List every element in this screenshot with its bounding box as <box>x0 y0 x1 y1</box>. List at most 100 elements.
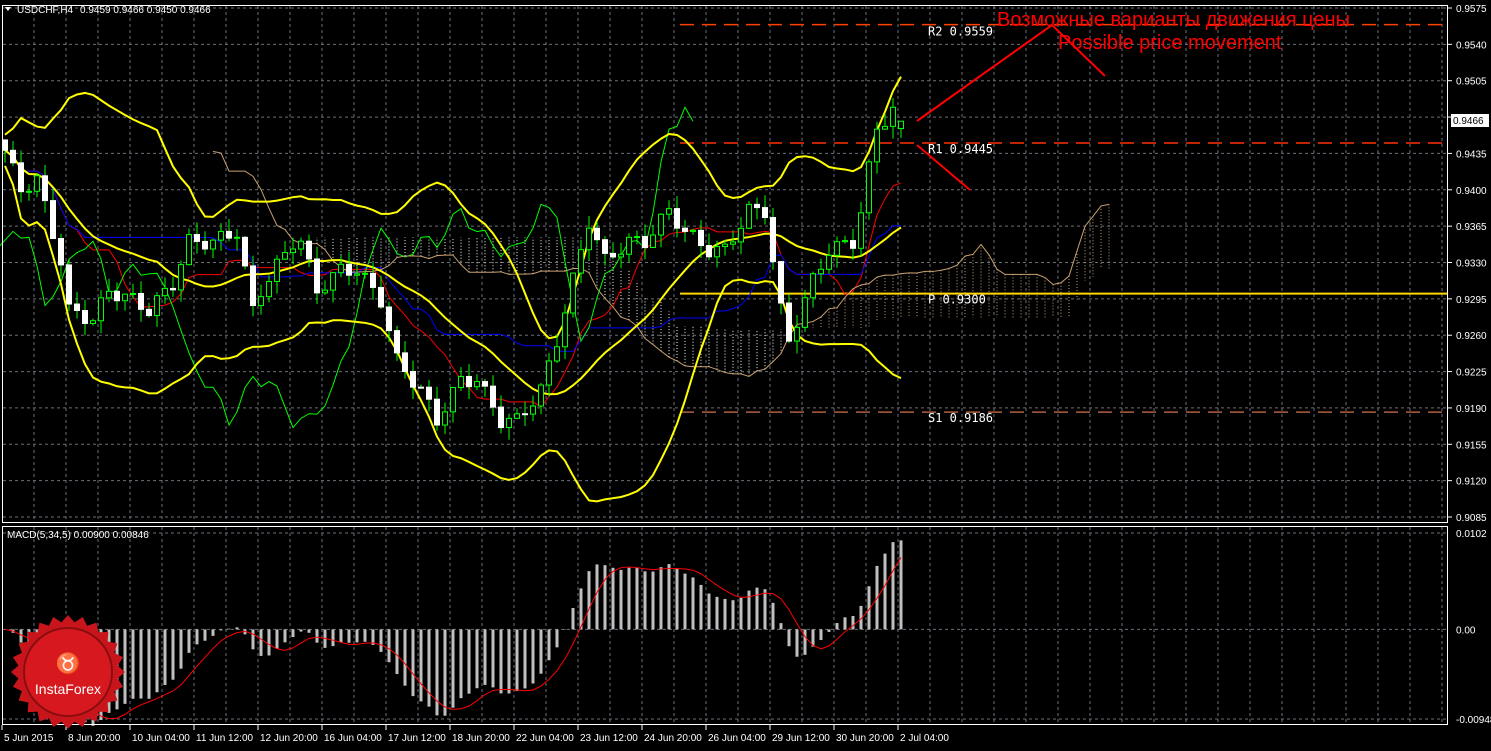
candle-body <box>795 327 800 341</box>
macd-histogram-bar <box>428 629 431 706</box>
candle-body <box>491 386 496 407</box>
macd-histogram-bar <box>596 564 599 629</box>
macd-histogram-bar <box>436 629 439 715</box>
macd-histogram-bar <box>172 629 175 679</box>
candle-body <box>11 150 16 163</box>
logo-bull-icon: ♉ <box>56 651 81 675</box>
candle-body <box>339 264 344 272</box>
candle-body <box>611 253 616 257</box>
time-tick-label: 26 Jun 04:00 <box>708 733 766 744</box>
macd-histogram-bar <box>420 629 423 701</box>
macd-tick-label: 0.00 <box>1456 625 1476 636</box>
candle-body <box>435 399 440 425</box>
candle-body <box>619 254 624 257</box>
price-tick-label: 0.9575 <box>1456 4 1487 15</box>
price-tick-label: 0.9190 <box>1456 404 1487 415</box>
macd-histogram-bar <box>268 629 271 655</box>
macd-histogram-bar <box>732 600 735 629</box>
candle-body <box>755 204 760 207</box>
macd-histogram-bar <box>332 629 335 646</box>
macd-histogram-bar <box>492 629 495 687</box>
price-tick-label: 0.9365 <box>1456 222 1487 233</box>
macd-histogram-bar <box>636 567 639 629</box>
candle-body <box>883 126 888 129</box>
macd-histogram-bar <box>652 572 655 630</box>
candle-body <box>859 213 864 249</box>
macd-histogram-bar <box>724 599 727 629</box>
macd-histogram-bar <box>364 629 367 641</box>
macd-histogram-bar <box>820 629 823 640</box>
time-tick-label: 17 Jun 12:00 <box>388 733 446 744</box>
candle-body <box>27 191 32 192</box>
macd-histogram-bar <box>884 554 887 630</box>
candle-body <box>227 231 232 238</box>
macd-tick-label: -0.00948 <box>1456 715 1491 726</box>
macd-histogram-bar <box>588 571 591 629</box>
candle-body <box>811 274 816 298</box>
candle-body <box>467 376 472 386</box>
candle-body <box>443 412 448 425</box>
candle-body <box>459 376 464 387</box>
price-tick-label: 0.9085 <box>1456 513 1487 524</box>
macd-histogram-bar <box>340 629 343 642</box>
trading-chart[interactable]: R2 0.9559R1 0.9445P 0.9300S1 0.9186 Возм… <box>0 0 1491 746</box>
candle-body <box>211 240 216 249</box>
candle-body <box>667 209 672 215</box>
time-tick-label: 8 Jun 20:00 <box>68 733 121 744</box>
candle-body <box>763 208 768 218</box>
macd-histogram-bar <box>356 629 359 642</box>
candle-body <box>219 231 224 240</box>
candle-body <box>835 242 840 256</box>
candle-body <box>731 242 736 244</box>
candle-body <box>395 331 400 353</box>
macd-histogram-bar <box>852 616 855 629</box>
candle-body <box>155 296 160 316</box>
candle-body <box>307 241 312 259</box>
time-tick-label: 10 Jun 04:00 <box>132 733 190 744</box>
candle-body <box>827 255 832 269</box>
candle-body <box>587 228 592 249</box>
macd-histogram-bar <box>740 598 743 630</box>
candle-body <box>67 265 72 304</box>
candle-body <box>515 414 520 419</box>
macd-histogram-bar <box>132 629 135 698</box>
candle-body <box>51 201 56 239</box>
macd-histogram-bar <box>692 577 695 629</box>
candle-body <box>451 387 456 411</box>
candle-body <box>411 371 416 387</box>
candle-body <box>843 241 848 242</box>
price-tick-label: 0.9120 <box>1456 477 1487 488</box>
macd-histogram-bar <box>892 542 895 629</box>
macd-histogram-bar <box>412 629 415 696</box>
candle-body <box>123 294 128 301</box>
candle-body <box>147 309 152 315</box>
candle-body <box>899 121 904 128</box>
time-tick-label: 11 Jun 12:00 <box>196 733 254 744</box>
candle-body <box>635 237 640 238</box>
time-tick-label: 18 Jun 20:00 <box>452 733 510 744</box>
macd-histogram-bar <box>780 623 783 629</box>
pivot-label: R1 0.9445 <box>928 142 993 156</box>
macd-histogram-bar <box>196 629 199 644</box>
candle-body <box>35 176 40 192</box>
macd-histogram-bar <box>252 629 255 649</box>
candle-body <box>131 294 136 295</box>
candle-body <box>787 303 792 341</box>
candle-body <box>875 129 880 162</box>
candle-body <box>427 387 432 399</box>
macd-histogram-bar <box>204 629 207 640</box>
candle-body <box>203 241 208 249</box>
candle-body <box>643 237 648 248</box>
candle-body <box>683 228 688 231</box>
candle-body <box>523 414 528 415</box>
macd-histogram-bar <box>500 629 503 693</box>
macd-title: MACD(5,34,5) 0.00900 0.00846 <box>7 530 149 541</box>
macd-histogram-bar <box>900 540 903 629</box>
time-tick-label: 30 Jun 20:00 <box>836 733 894 744</box>
candle-body <box>163 288 168 295</box>
candle-body <box>499 407 504 427</box>
time-tick-label: 23 Jun 12:00 <box>580 733 638 744</box>
candle-body <box>571 273 576 313</box>
price-tick-label: 0.9435 <box>1456 149 1487 160</box>
logo-text: InstaForex <box>35 681 101 697</box>
